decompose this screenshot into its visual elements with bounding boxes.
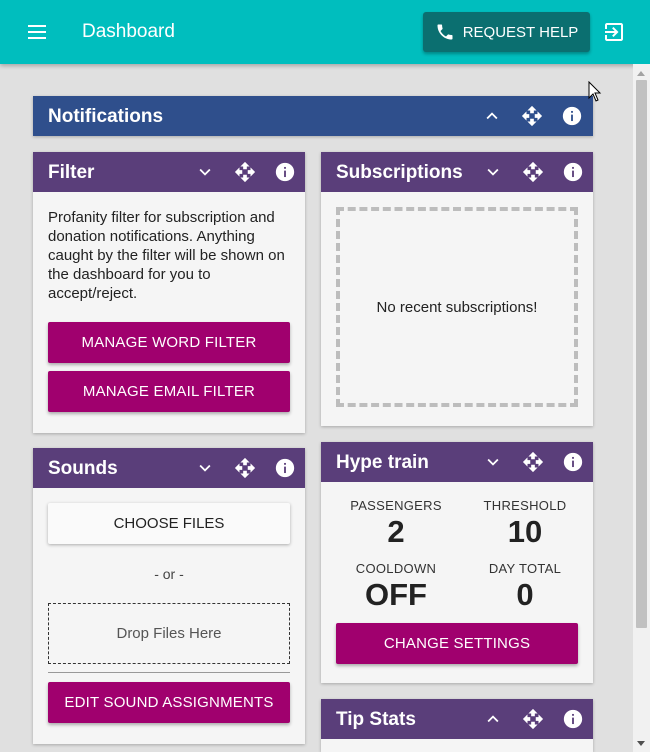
threshold-label: THRESHOLD — [483, 498, 567, 513]
info-icon[interactable] — [274, 457, 296, 479]
panel-title: Filter — [48, 162, 95, 183]
app-title: Dashboard — [82, 21, 175, 42]
move-icon[interactable] — [234, 457, 256, 479]
info-icon[interactable] — [562, 161, 584, 183]
hype-train-panel: Hype train PASSENGERS 2 THRESHOLD 10 COO… — [321, 442, 593, 683]
notifications-panel: Notifications — [33, 96, 593, 136]
passengers-label: PASSENGERS — [350, 498, 442, 513]
chevron-up-icon[interactable] — [482, 708, 504, 730]
drop-files-label: Drop Files Here — [116, 625, 222, 642]
top-app-bar: Dashboard REQUEST HELP — [0, 0, 650, 64]
subscriptions-empty-text: No recent subscriptions! — [376, 298, 538, 316]
chevron-down-icon[interactable] — [194, 457, 216, 479]
subscriptions-panel: Subscriptions No recent subscriptions! — [321, 152, 593, 426]
move-icon[interactable] — [522, 451, 544, 473]
phone-icon — [437, 24, 453, 40]
divider — [48, 672, 290, 673]
logout-icon[interactable] — [602, 20, 626, 44]
panel-title: Sounds — [48, 458, 118, 479]
day-total-label: DAY TOTAL — [488, 561, 562, 576]
menu-icon[interactable] — [22, 22, 52, 44]
manage-email-filter-button[interactable]: MANAGE EMAIL FILTER — [48, 371, 290, 412]
choose-files-button[interactable]: CHOOSE FILES — [48, 503, 290, 544]
scroll-up-arrow[interactable] — [637, 71, 645, 76]
move-icon[interactable] — [234, 161, 256, 183]
cooldown-value: OFF — [365, 577, 427, 612]
filter-description: Profanity filter for subscription and do… — [48, 209, 285, 302]
filter-panel: Filter Profanity filter for subscription… — [33, 152, 305, 433]
manage-word-filter-button[interactable]: MANAGE WORD FILTER — [48, 322, 290, 363]
panel-title: Subscriptions — [336, 162, 463, 183]
sounds-header: Sounds — [33, 448, 305, 488]
scrollbar[interactable] — [633, 64, 650, 752]
move-icon[interactable] — [521, 105, 543, 127]
request-help-button[interactable]: REQUEST HELP — [423, 12, 590, 52]
info-icon[interactable] — [274, 161, 296, 183]
chevron-down-icon[interactable] — [482, 451, 504, 473]
edit-sound-assignments-button[interactable]: EDIT SOUND ASSIGNMENTS — [48, 682, 290, 723]
hype-train-header: Hype train — [321, 442, 593, 482]
tip-stats-panel: Tip Stats — [321, 699, 593, 752]
mouse-cursor-icon — [588, 81, 602, 102]
request-help-label: REQUEST HELP — [462, 23, 579, 41]
move-icon[interactable] — [522, 708, 544, 730]
day-total-value: 0 — [516, 577, 534, 612]
info-icon[interactable] — [562, 451, 584, 473]
notifications-header: Notifications — [33, 96, 593, 136]
threshold-value: 10 — [507, 514, 543, 549]
passengers-value: 2 — [387, 514, 405, 549]
scroll-thumb[interactable] — [636, 80, 647, 628]
info-icon[interactable] — [562, 708, 584, 730]
tip-stats-header: Tip Stats — [321, 699, 593, 739]
chevron-down-icon[interactable] — [482, 161, 504, 183]
subscriptions-header: Subscriptions — [321, 152, 593, 192]
sounds-panel: Sounds CHOOSE FILES - or - Drop Files He… — [33, 448, 305, 744]
panel-title: Hype train — [336, 452, 429, 473]
info-icon[interactable] — [561, 105, 583, 127]
change-settings-button[interactable]: CHANGE SETTINGS — [336, 623, 578, 664]
chevron-down-icon[interactable] — [194, 161, 216, 183]
or-separator: - or - — [154, 566, 184, 582]
chevron-up-icon[interactable] — [481, 105, 503, 127]
panel-title: Notifications — [48, 106, 164, 127]
drop-files-zone[interactable]: Drop Files Here — [48, 603, 290, 664]
panel-title: Tip Stats — [336, 709, 416, 730]
cooldown-label: COOLDOWN — [355, 561, 437, 576]
move-icon[interactable] — [522, 161, 544, 183]
subscriptions-empty-area: No recent subscriptions! — [336, 207, 578, 407]
scroll-down-arrow[interactable] — [637, 741, 645, 746]
filter-header: Filter — [33, 152, 305, 192]
